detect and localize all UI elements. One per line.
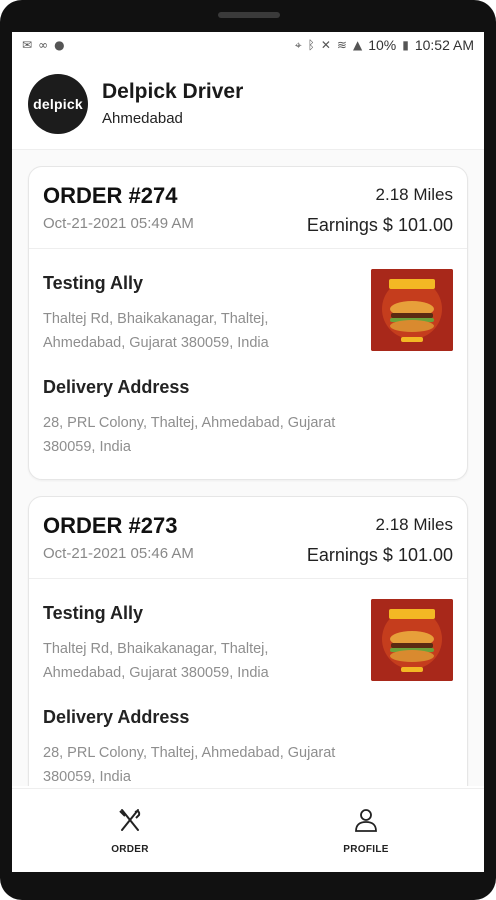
voicemail-icon: ∞ xyxy=(38,38,49,52)
header-text: Delpick Driver Ahmedabad xyxy=(102,80,243,127)
restaurant-address: Thaltej Rd, Bhaikakanagar, Thaltej, Ahme… xyxy=(43,641,269,681)
restaurant-address: Thaltej Rd, Bhaikakanagar, Thaltej, Ahme… xyxy=(43,311,269,351)
fork-knife-icon xyxy=(119,809,141,831)
signal-icon: ▲ xyxy=(352,38,363,52)
app-header: delpick Delpick Driver Ahmedabad xyxy=(12,58,484,150)
person-icon xyxy=(355,809,377,832)
screen: ✉ ∞ ● ⌖ ᛒ ✕ ≋ ▲ 10% ▮ 10:52 AM delpick D… xyxy=(12,32,484,872)
facebook-icon: ● xyxy=(54,38,65,52)
order-card[interactable]: ORDER #274 Oct-21-2021 05:49 AM 2.18 Mil… xyxy=(28,166,468,480)
order-list[interactable]: ORDER #274 Oct-21-2021 05:49 AM 2.18 Mil… xyxy=(12,150,484,786)
mail-icon: ✉ xyxy=(22,38,33,52)
order-earnings: Earnings $ 101.00 xyxy=(306,215,453,235)
nav-order-tab[interactable]: ORDER xyxy=(12,789,248,872)
app-logo: delpick xyxy=(28,73,88,134)
status-bar: ✉ ∞ ● ⌖ ᛒ ✕ ≋ ▲ 10% ▮ 10:52 AM xyxy=(12,32,484,58)
nav-profile-label: PROFILE xyxy=(343,844,389,855)
delivery-address-label: Delivery Address xyxy=(43,707,190,727)
order-number: ORDER #274 xyxy=(43,183,178,208)
order-earnings: Earnings $ 101.00 xyxy=(306,545,453,565)
mute-icon: ✕ xyxy=(320,38,331,52)
clock: 10:52 AM xyxy=(414,37,474,53)
status-right: ⌖ ᛒ ✕ ≋ ▲ 10% ▮ 10:52 AM xyxy=(295,37,474,53)
order-date: Oct-21-2021 05:46 AM xyxy=(43,545,194,562)
wifi-icon: ≋ xyxy=(336,38,347,52)
order-card-header: ORDER #274 Oct-21-2021 05:49 AM 2.18 Mil… xyxy=(29,167,467,249)
order-card[interactable]: ORDER #273 Oct-21-2021 05:46 AM 2.18 Mil… xyxy=(28,496,468,786)
status-left: ✉ ∞ ● xyxy=(22,38,65,52)
battery-icon: ▮ xyxy=(402,38,409,52)
restaurant-name: Testing Ally xyxy=(43,603,144,623)
order-number: ORDER #273 xyxy=(43,513,178,538)
bottom-navigation: ORDER PROFILE xyxy=(12,788,484,872)
logo-text: delpick xyxy=(33,95,83,112)
delivery-address: 28, PRL Colony, Thaltej, Ahmedabad, Guja… xyxy=(43,745,336,785)
delivery-address: 28, PRL Colony, Thaltej, Ahmedabad, Guja… xyxy=(43,415,336,455)
food-thumbnail xyxy=(371,269,453,351)
page-title: Delpick Driver xyxy=(102,80,244,103)
order-date: Oct-21-2021 05:49 AM xyxy=(43,215,194,232)
bluetooth-icon: ᛒ xyxy=(307,38,315,52)
burger-promo-image xyxy=(371,599,453,681)
order-card-header: ORDER #273 Oct-21-2021 05:46 AM 2.18 Mil… xyxy=(29,497,467,579)
speaker-grille xyxy=(218,12,280,18)
phone-frame: ✉ ∞ ● ⌖ ᛒ ✕ ≋ ▲ 10% ▮ 10:52 AM delpick D… xyxy=(0,0,496,900)
order-card-body: Testing Ally Thaltej Rd, Bhaikakanagar, … xyxy=(29,579,467,786)
nav-profile-tab[interactable]: PROFILE xyxy=(248,789,484,872)
nav-order-label: ORDER xyxy=(111,844,149,855)
burger-promo-image xyxy=(371,269,453,351)
order-distance: 2.18 Miles xyxy=(375,515,453,534)
order-card-body: Testing Ally Thaltej Rd, Bhaikakanagar, … xyxy=(29,249,467,479)
battery-percent: 10% xyxy=(368,37,397,53)
restaurant-name: Testing Ally xyxy=(43,273,144,293)
location-icon: ⌖ xyxy=(294,37,302,52)
food-thumbnail xyxy=(371,599,453,681)
delivery-address-label: Delivery Address xyxy=(43,377,190,397)
order-distance: 2.18 Miles xyxy=(375,185,453,204)
city-label: Ahmedabad xyxy=(102,110,183,127)
